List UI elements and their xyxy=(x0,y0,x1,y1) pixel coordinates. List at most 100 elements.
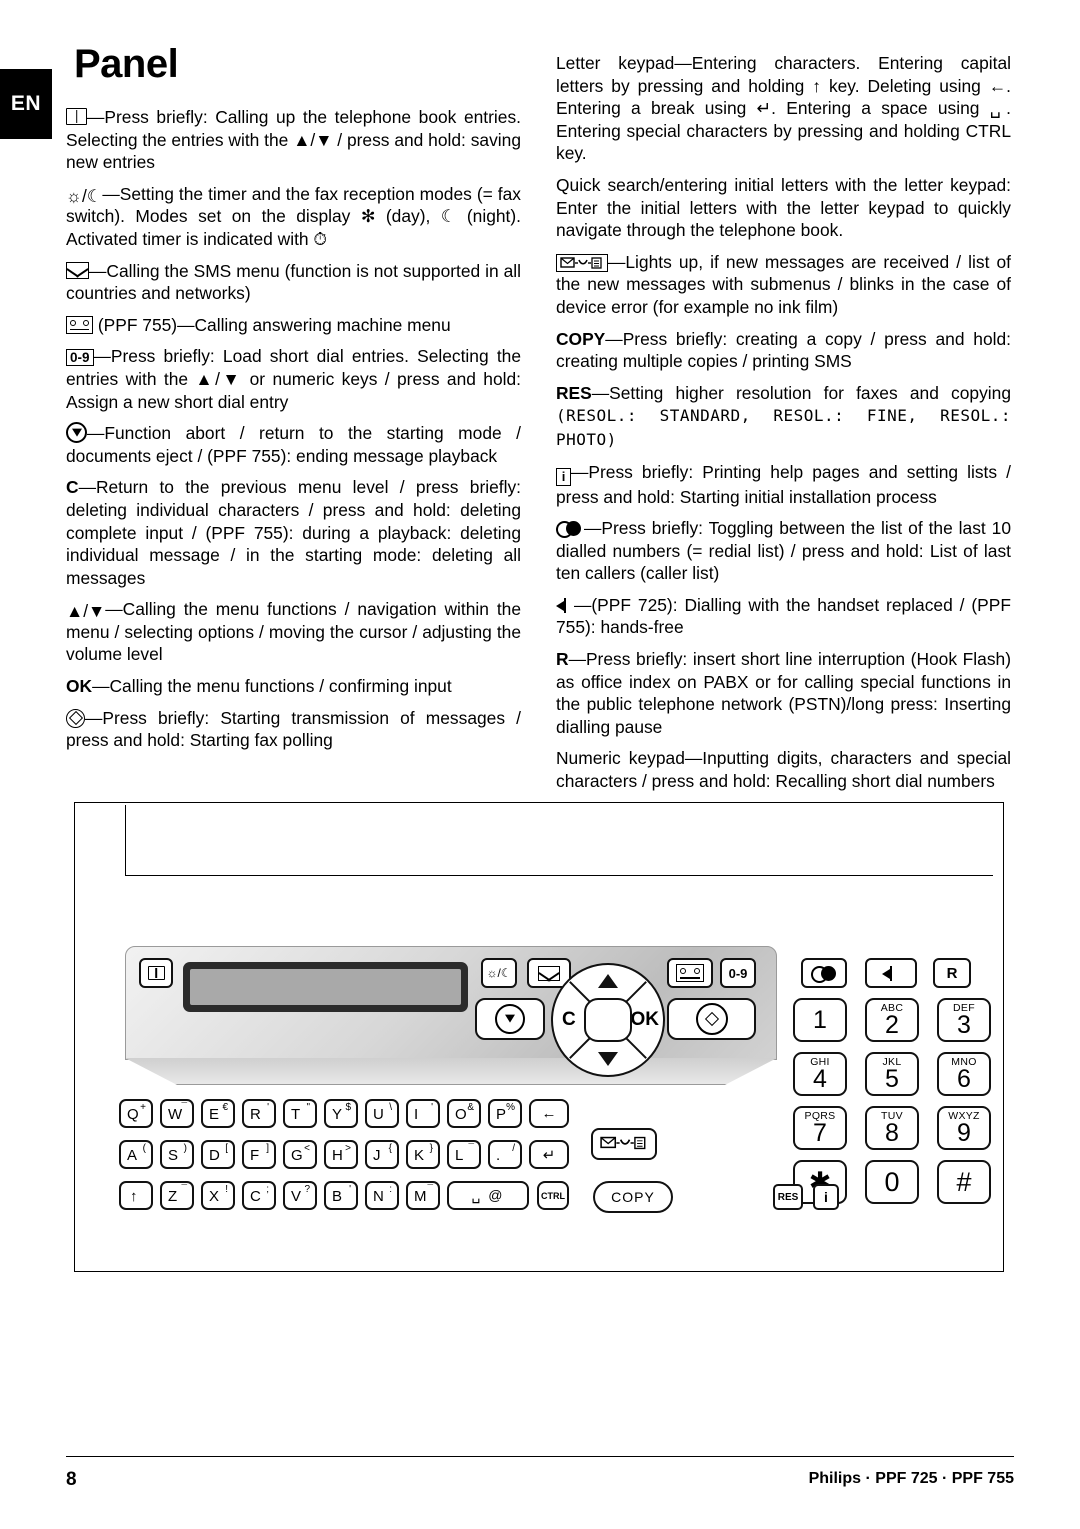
letter-key-j[interactable]: J{ xyxy=(365,1140,399,1169)
numpad-key-1[interactable]: 1 xyxy=(793,998,847,1042)
panel-key-timer[interactable]: ☼/☾ xyxy=(481,958,517,988)
letter-key-r[interactable]: R ' xyxy=(242,1099,276,1128)
numpad-key-4[interactable]: GHI 4 xyxy=(793,1052,847,1096)
letter-key-a[interactable]: A( xyxy=(119,1140,153,1169)
letter-key-shift[interactable]: ↑ xyxy=(119,1181,153,1210)
numpad-key-5[interactable]: JKL 5 xyxy=(865,1052,919,1096)
numpad-key-3[interactable]: DEF 3 xyxy=(937,998,991,1042)
numpad-digit: 6 xyxy=(957,1064,971,1093)
panel-key-message-led[interactable] xyxy=(591,1128,657,1160)
panel-key-stop[interactable] xyxy=(475,998,545,1040)
footer-divider xyxy=(66,1456,1014,1457)
up-down-arrows-icon: ▲/▼ xyxy=(66,601,106,622)
letter-key-u[interactable]: U \ xyxy=(365,1099,399,1128)
panel-key-start[interactable] xyxy=(667,998,756,1040)
panel-navigation-pad[interactable]: C OK xyxy=(551,963,665,1077)
entry-message-led-text: —Lights up, if new messages are received… xyxy=(556,251,1011,317)
letter-key-f[interactable]: F] xyxy=(242,1140,276,1169)
letter-key-h[interactable]: H > xyxy=(324,1140,358,1169)
letter-key-o[interactable]: O & xyxy=(447,1099,481,1128)
letter-key-d[interactable]: D[ xyxy=(201,1140,235,1169)
letter-key-main: Q xyxy=(127,1106,139,1123)
letter-key-i[interactable]: I ' xyxy=(406,1099,440,1128)
letter-key-enter[interactable]: ↵ xyxy=(529,1140,569,1169)
letter-key-p[interactable]: P% xyxy=(488,1099,522,1128)
letter-key-b[interactable]: B ' xyxy=(324,1181,358,1210)
letter-key-main: J xyxy=(373,1147,381,1164)
panel-key-res[interactable]: RES xyxy=(773,1184,803,1210)
numpad-key-9[interactable]: WXYZ 9 xyxy=(937,1106,991,1150)
letter-key-k[interactable]: K} xyxy=(406,1140,440,1169)
letter-key-c[interactable]: C; xyxy=(242,1181,276,1210)
copy-key-label: COPY xyxy=(556,328,606,349)
letter-key-z[interactable]: Z ¯ xyxy=(160,1181,194,1210)
numpad-key-2[interactable]: ABC 2 xyxy=(865,998,919,1042)
navpad-up-arrow-icon[interactable] xyxy=(598,974,618,988)
entry-ok: OK—Calling the menu functions / confirmi… xyxy=(66,675,521,698)
panel-key-redial[interactable] xyxy=(801,958,847,988)
panel-key-short-dial[interactable]: 0-9 xyxy=(720,958,756,988)
panel-key-copy[interactable]: COPY xyxy=(593,1181,673,1213)
letter-key-sup: { xyxy=(388,1143,392,1154)
letter-key-t[interactable]: T " xyxy=(283,1099,317,1128)
numpad-digit: # xyxy=(956,1166,972,1197)
letter-key-main: M xyxy=(414,1188,427,1205)
panel-key-speaker[interactable] xyxy=(865,958,917,988)
numpad-key-0[interactable]: 0 xyxy=(865,1160,919,1204)
speaker-icon xyxy=(556,597,574,613)
letter-key-n[interactable]: N: xyxy=(365,1181,399,1210)
letter-key-main: A xyxy=(127,1147,138,1164)
letter-key-sup: [ xyxy=(225,1143,228,1154)
left-text-column: —Press briefly: Calling up the telephone… xyxy=(66,106,521,752)
entry-numeric-keypad-lead: Numeric keypad xyxy=(556,748,685,769)
letter-key-period[interactable]: . / xyxy=(488,1140,522,1169)
entry-r-key-text: —Press briefly: insert short line interr… xyxy=(556,649,1011,737)
letter-key-main: X xyxy=(209,1188,220,1205)
letter-key-sup: & xyxy=(467,1102,474,1113)
letter-key-y[interactable]: Y $ xyxy=(324,1099,358,1128)
letter-key-space[interactable]: ␣ @ xyxy=(447,1181,529,1210)
letter-key-main: S xyxy=(168,1147,179,1164)
panel-key-phonebook[interactable] xyxy=(139,958,173,988)
entry-redial-text: —Press briefly: Toggling between the lis… xyxy=(556,518,1011,584)
letter-key-w[interactable]: W ¯ xyxy=(160,1099,194,1128)
letter-key-s[interactable]: S) xyxy=(160,1140,194,1169)
phonebook-icon xyxy=(66,108,87,125)
start-icon xyxy=(695,1003,728,1035)
panel-key-info[interactable]: i xyxy=(813,1184,839,1210)
letter-key-backspace[interactable]: ← xyxy=(529,1099,569,1128)
entry-res: RES—Setting higher resolution for faxes … xyxy=(556,382,1011,452)
panel-key-answering-machine[interactable] xyxy=(667,958,713,988)
entry-speaker-text: —(PPF 725): Dialling with the handset re… xyxy=(556,594,1011,638)
letter-key-l[interactable]: L ¯ xyxy=(447,1140,481,1169)
letter-key-m[interactable]: M ¯ xyxy=(406,1181,440,1210)
letter-key-ctrl[interactable]: CTRL xyxy=(537,1181,569,1210)
entry-stop-text: —Function abort / return to the starting… xyxy=(66,423,521,466)
speaker-icon xyxy=(882,966,900,981)
numpad-key-8[interactable]: TUV 8 xyxy=(865,1106,919,1150)
numpad-key-hash[interactable]: # xyxy=(937,1160,991,1204)
letter-key-q[interactable]: Q + xyxy=(119,1099,153,1128)
panel-key-ok[interactable]: OK xyxy=(631,1009,660,1031)
panel-key-r[interactable]: R xyxy=(933,958,971,988)
letter-key-main: N xyxy=(373,1188,384,1205)
c-key-label: C xyxy=(66,477,79,498)
letter-key-g[interactable]: G < xyxy=(283,1140,317,1169)
numpad-key-7[interactable]: PQRS 7 xyxy=(793,1106,847,1150)
numpad-key-6[interactable]: MNO 6 xyxy=(937,1052,991,1096)
letter-key-main: V xyxy=(291,1188,302,1205)
zero-to-nine-icon: 0-9 xyxy=(66,349,94,367)
entry-short-dial: 0-9 —Press briefly: Load short dial entri… xyxy=(66,345,521,413)
numpad-digit: 4 xyxy=(813,1064,827,1093)
numpad-digit: 5 xyxy=(885,1064,899,1093)
letter-key-v[interactable]: V? xyxy=(283,1181,317,1210)
letter-key-e[interactable]: E € xyxy=(201,1099,235,1128)
navpad-down-arrow-icon[interactable] xyxy=(598,1052,618,1066)
entry-quick-search: Quick search/entering initial letters wi… xyxy=(556,174,1011,242)
letter-key-sup: % xyxy=(506,1102,515,1113)
letter-key-x[interactable]: X! xyxy=(201,1181,235,1210)
envelope-icon xyxy=(66,261,89,279)
panel-key-c[interactable]: C xyxy=(562,1009,576,1031)
numpad-digit: 1 xyxy=(813,1005,827,1034)
stop-icon xyxy=(495,1004,525,1034)
